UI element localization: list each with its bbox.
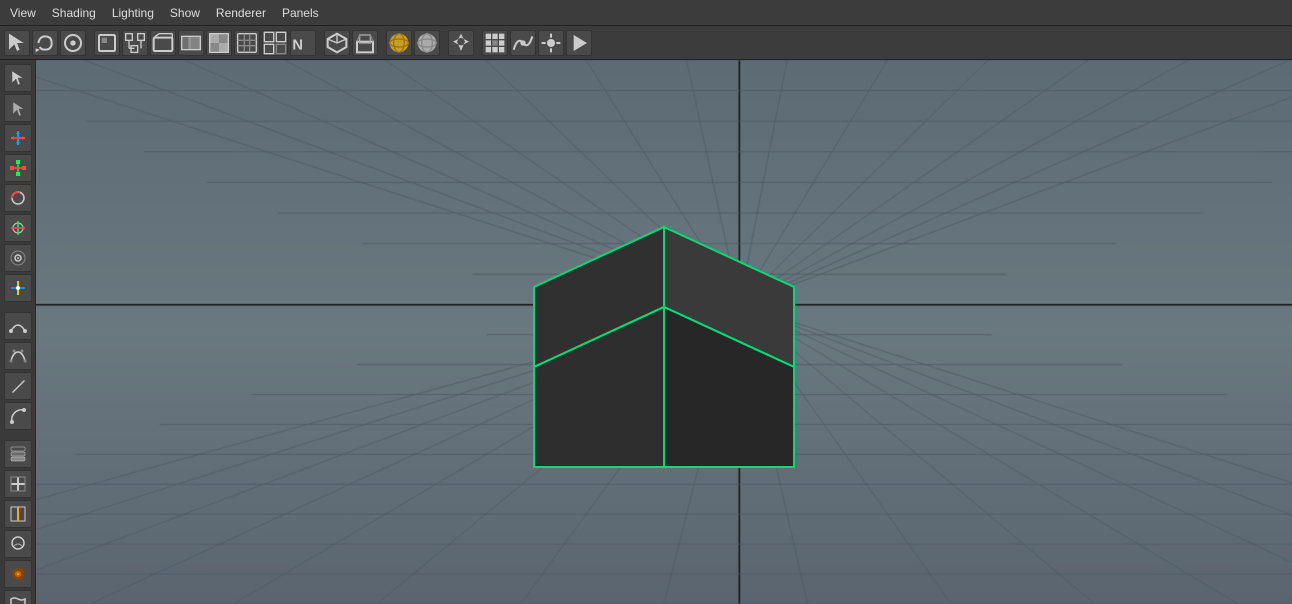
lasso-tool-btn[interactable] [32, 30, 58, 56]
cube-3d [504, 197, 824, 497]
main-layout [0, 60, 1292, 604]
curve2-btn[interactable] [4, 342, 32, 370]
curve1-btn[interactable] [4, 312, 32, 340]
pivot-btn[interactable] [4, 274, 32, 302]
menu-renderer[interactable]: Renderer [208, 3, 274, 23]
paint-weights-btn[interactable] [4, 560, 32, 588]
snap-grid-btn[interactable] [482, 30, 508, 56]
toolbar: N [0, 26, 1292, 60]
arc-btn[interactable] [4, 402, 32, 430]
poly-cube-btn[interactable] [324, 30, 350, 56]
move-select-btn[interactable] [448, 30, 474, 56]
scale-tool-btn[interactable] [4, 154, 32, 182]
nurbs-btn[interactable]: N [290, 30, 316, 56]
menu-shading[interactable]: Shading [44, 3, 104, 23]
obj-mode-btn[interactable] [94, 30, 120, 56]
smooth-btn[interactable] [234, 30, 260, 56]
edge-loop-btn[interactable] [4, 500, 32, 528]
subdiv-btn[interactable] [262, 30, 288, 56]
sphere-silver-btn[interactable] [414, 30, 440, 56]
pencil-btn[interactable] [4, 372, 32, 400]
wireframe-btn[interactable] [150, 30, 176, 56]
cloth-btn[interactable] [4, 590, 32, 604]
sculpt-btn[interactable] [4, 530, 32, 558]
menu-lighting[interactable]: Lighting [104, 3, 162, 23]
soft-mod-btn[interactable] [4, 244, 32, 272]
move-tool-btn[interactable] [4, 124, 32, 152]
add-div-btn[interactable] [4, 470, 32, 498]
snap-point-btn[interactable] [538, 30, 564, 56]
svg-text:N: N [292, 37, 303, 53]
paint-select-btn[interactable] [60, 30, 86, 56]
menu-show[interactable]: Show [162, 3, 208, 23]
tex-display-btn[interactable] [206, 30, 232, 56]
select-tool-btn[interactable] [4, 30, 30, 56]
sidebar [0, 60, 36, 604]
xray-btn[interactable] [178, 30, 204, 56]
hier-btn[interactable] [122, 30, 148, 56]
universal-manip-btn[interactable] [4, 214, 32, 242]
layers-btn[interactable] [4, 440, 32, 468]
select-rotate-btn[interactable] [4, 94, 32, 122]
viewport[interactable] [36, 60, 1292, 604]
menu-view[interactable]: View [2, 3, 44, 23]
sphere-gold-btn[interactable] [386, 30, 412, 56]
rotate-tool-btn[interactable] [4, 184, 32, 212]
snap-curve-btn[interactable] [510, 30, 536, 56]
render-btn[interactable] [566, 30, 592, 56]
menubar: View Shading Lighting Show Renderer Pane… [0, 0, 1292, 26]
menu-panels[interactable]: Panels [274, 3, 327, 23]
select-arrow-btn[interactable] [4, 64, 32, 92]
extrude-btn[interactable] [352, 30, 378, 56]
